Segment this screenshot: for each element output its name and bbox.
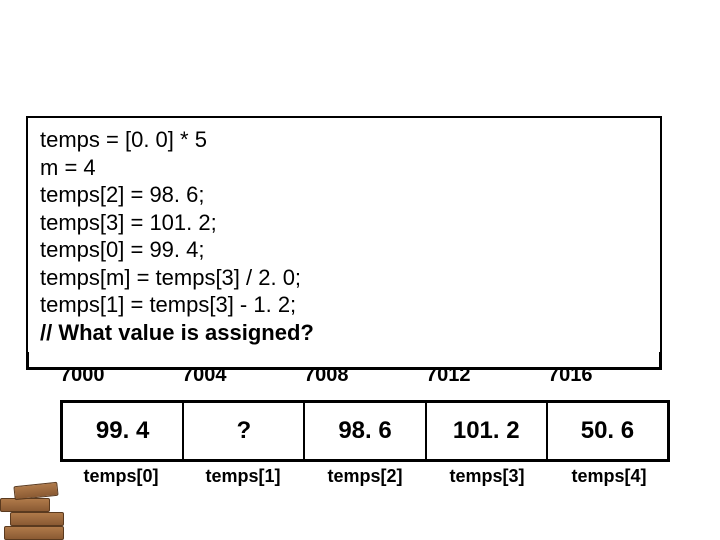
address-row: 7000 7004 7008 7012 7016 xyxy=(60,364,670,387)
code-line: temps[m] = temps[3] / 2. 0; xyxy=(40,264,648,292)
array-cell: 99. 4 xyxy=(63,403,184,459)
code-line: m = 4 xyxy=(40,154,648,182)
index-label-row: temps[0] temps[1] temps[2] temps[3] temp… xyxy=(60,466,670,487)
address-cell: 7000 xyxy=(60,364,182,387)
index-label: temps[4] xyxy=(548,466,670,487)
code-line-comment: // What value is assigned? xyxy=(40,319,648,347)
array-cell: 50. 6 xyxy=(548,403,667,459)
code-block: temps = [0. 0] * 5 m = 4 temps[2] = 98. … xyxy=(28,118,660,352)
address-cell: 7008 xyxy=(304,364,426,387)
index-label: temps[3] xyxy=(426,466,548,487)
code-line: temps = [0. 0] * 5 xyxy=(40,126,648,154)
index-label: temps[2] xyxy=(304,466,426,487)
address-cell: 7012 xyxy=(426,364,548,387)
code-line: temps[3] = 101. 2; xyxy=(40,209,648,237)
address-cell: 7004 xyxy=(182,364,304,387)
array-table: 99. 4 ? 98. 6 101. 2 50. 6 xyxy=(60,400,670,462)
code-line: temps[0] = 99. 4; xyxy=(40,236,648,264)
index-label: temps[1] xyxy=(182,466,304,487)
address-cell: 7016 xyxy=(548,364,670,387)
array-cell: 101. 2 xyxy=(427,403,548,459)
code-line: temps[2] = 98. 6; xyxy=(40,181,648,209)
array-cell: ? xyxy=(184,403,305,459)
books-icon xyxy=(0,476,80,540)
code-line: temps[1] = temps[3] - 1. 2; xyxy=(40,291,648,319)
array-cell: 98. 6 xyxy=(305,403,426,459)
